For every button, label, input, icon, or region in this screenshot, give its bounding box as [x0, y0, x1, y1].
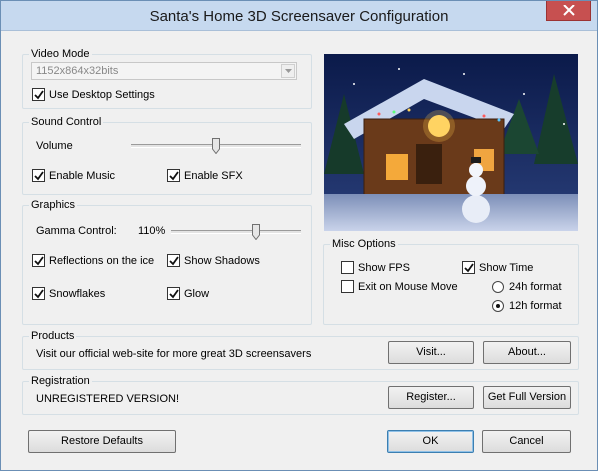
snowflakes-checkbox[interactable] — [32, 287, 45, 300]
format-12h-label: 12h format — [509, 300, 562, 312]
gamma-control-label: Gamma Control: — [36, 225, 117, 237]
glow-checkbox[interactable] — [167, 287, 180, 300]
radio-selected-dot — [496, 304, 500, 308]
enable-music-checkbox[interactable] — [32, 169, 45, 182]
preview-scene — [324, 54, 578, 231]
snowflakes-label: Snowflakes — [49, 288, 106, 300]
visit-button[interactable]: Visit... — [388, 341, 474, 364]
format-12h-radio[interactable] — [492, 300, 504, 312]
graphics-label: Graphics — [29, 198, 78, 212]
volume-slider-thumb[interactable] — [212, 138, 220, 154]
dropdown-arrow-icon — [285, 69, 292, 73]
sound-control-label: Sound Control — [29, 115, 104, 129]
cancel-button[interactable]: Cancel — [482, 430, 571, 453]
resolution-value: 1152x864x32bits — [36, 65, 119, 77]
gamma-value: 110% — [138, 225, 166, 237]
registration-label: Registration — [29, 374, 92, 388]
register-button[interactable]: Register... — [388, 386, 474, 409]
exit-mouse-checkbox[interactable] — [341, 280, 354, 293]
show-shadows-label: Show Shadows — [184, 255, 260, 267]
use-desktop-label: Use Desktop Settings — [49, 89, 155, 101]
check-icon — [34, 171, 44, 181]
title-bar: Santa's Home 3D Screensaver Configuratio… — [1, 1, 597, 31]
check-icon — [169, 171, 179, 181]
gamma-slider-thumb[interactable] — [251, 224, 260, 240]
resolution-select[interactable]: 1152x864x32bits — [31, 62, 297, 80]
check-icon — [169, 289, 179, 299]
check-icon — [34, 289, 44, 299]
check-icon — [464, 263, 474, 273]
use-desktop-checkbox[interactable] — [32, 88, 45, 101]
products-text: Visit our official web-site for more gre… — [36, 348, 312, 360]
show-shadows-checkbox[interactable] — [167, 254, 180, 267]
format-24h-radio[interactable] — [492, 281, 504, 293]
format-24h-label: 24h format — [509, 281, 562, 293]
screensaver-preview-image — [324, 54, 578, 231]
reflections-label: Reflections on the ice — [49, 255, 155, 267]
show-fps-checkbox[interactable] — [341, 261, 354, 274]
show-time-checkbox[interactable] — [462, 261, 475, 274]
about-button[interactable]: About... — [483, 341, 571, 364]
sound-control-group: Sound Control — [22, 115, 312, 195]
ok-button[interactable]: OK — [387, 430, 474, 453]
window-title: Santa's Home 3D Screensaver Configuratio… — [149, 8, 449, 25]
enable-sfx-label: Enable SFX — [184, 170, 243, 182]
reflections-checkbox[interactable] — [32, 254, 45, 267]
close-button[interactable] — [546, 1, 591, 21]
registration-status: UNREGISTERED VERSION! — [36, 393, 180, 405]
check-icon — [34, 256, 44, 266]
volume-label: Volume — [36, 140, 73, 152]
get-full-version-button[interactable]: Get Full Version — [483, 386, 571, 409]
video-mode-label: Video Mode — [29, 47, 92, 61]
misc-options-label: Misc Options — [330, 237, 398, 251]
dropdown-arrow[interactable] — [281, 64, 295, 78]
enable-music-label: Enable Music — [49, 170, 116, 182]
enable-sfx-checkbox[interactable] — [167, 169, 180, 182]
show-fps-label: Show FPS — [358, 262, 410, 274]
config-window: Santa's Home 3D Screensaver Configuratio… — [0, 0, 598, 471]
products-label: Products — [29, 329, 77, 343]
check-icon — [169, 256, 179, 266]
check-icon — [34, 90, 44, 100]
close-icon — [563, 5, 575, 16]
exit-mouse-label: Exit on Mouse Move — [358, 281, 458, 293]
gamma-slider-track[interactable] — [171, 230, 301, 234]
show-time-label: Show Time — [479, 262, 534, 274]
glow-label: Glow — [184, 288, 210, 300]
restore-defaults-button[interactable]: Restore Defaults — [28, 430, 176, 453]
